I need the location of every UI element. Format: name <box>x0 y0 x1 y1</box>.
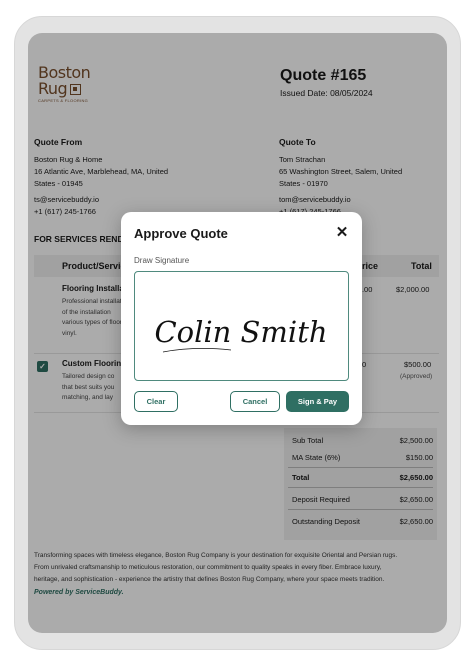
clear-button[interactable]: Clear <box>134 391 178 412</box>
cancel-button[interactable]: Cancel <box>230 391 280 412</box>
signature-text: Colin Smith <box>154 315 327 349</box>
dialog-title: Approve Quote <box>134 226 228 241</box>
signature-drawing: Colin Smith <box>154 315 328 353</box>
close-icon[interactable]: ✕ <box>334 225 350 241</box>
signature-label: Draw Signature <box>134 256 190 265</box>
signature-pad[interactable]: Colin Smith <box>134 271 349 381</box>
approve-quote-dialog: Approve Quote ✕ Draw Signature Colin Smi… <box>121 212 362 425</box>
sign-and-pay-button[interactable]: Sign & Pay <box>286 391 349 412</box>
